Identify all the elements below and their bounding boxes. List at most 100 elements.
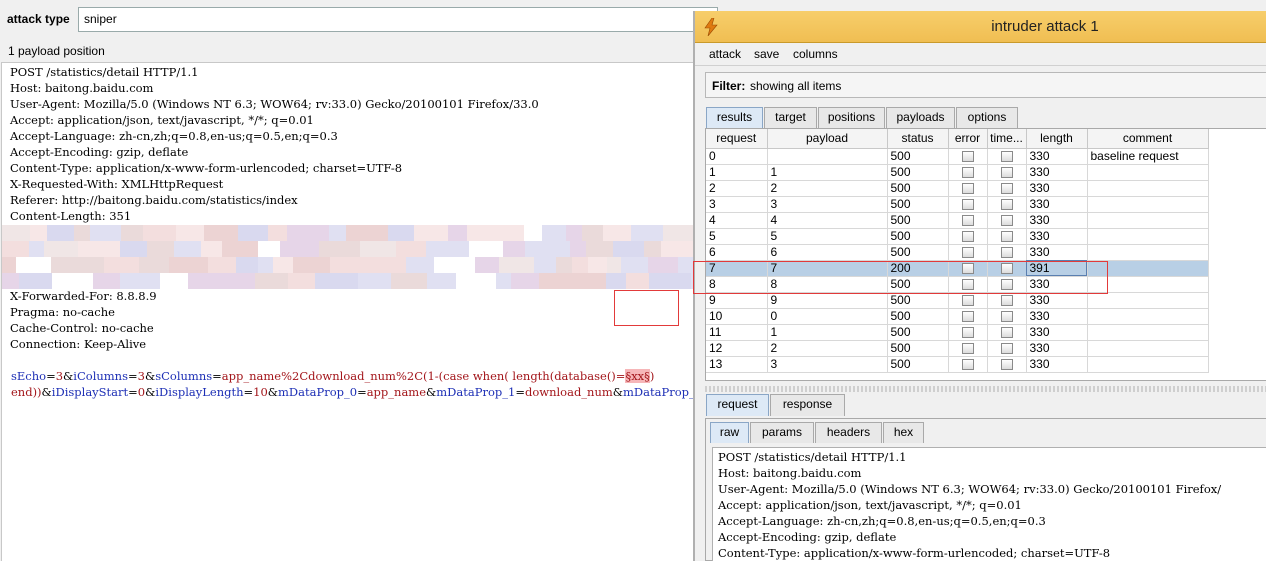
param-name: iDisplayLength — [155, 385, 244, 399]
title-bar[interactable]: intruder attack 1 — [695, 11, 1266, 43]
cell-timeout — [987, 212, 1027, 229]
cell-comment — [1087, 292, 1209, 309]
tab-request[interactable]: request — [706, 394, 769, 416]
menu-save[interactable]: save — [754, 47, 779, 61]
cell-status: 500 — [887, 244, 949, 261]
tab-options[interactable]: options — [956, 107, 1018, 128]
checkbox — [961, 294, 974, 306]
table-header: request payload status error time... len… — [706, 129, 1209, 149]
filter-label: Filter: — [712, 79, 746, 93]
param-value: app_name — [366, 385, 427, 399]
cell-length: 330 — [1026, 164, 1088, 181]
request-line: Cache-Control: no-cache — [10, 321, 154, 335]
param-value: download_num — [524, 385, 613, 399]
menu-columns[interactable]: columns — [793, 47, 838, 61]
tab-params[interactable]: params — [750, 422, 814, 443]
tab-raw[interactable]: raw — [710, 422, 749, 443]
message-panel: raw params headers hex POST /statistics/… — [705, 418, 1266, 561]
payload-marker[interactable]: §xx§ — [625, 369, 650, 383]
table-row[interactable]: 4 4 500 330 — [706, 212, 1209, 229]
cell-comment — [1087, 180, 1209, 197]
column-header-error[interactable]: error — [948, 129, 988, 149]
table-row[interactable]: 0 500 330 baseline request — [706, 148, 1209, 165]
cell-request: 13 — [706, 356, 768, 373]
table-row[interactable]: 12 2 500 330 — [706, 340, 1209, 357]
table-row[interactable]: 6 6 500 330 — [706, 244, 1209, 261]
checkbox — [961, 166, 974, 178]
cell-error — [948, 196, 988, 213]
table-row[interactable]: 5 5 500 330 — [706, 228, 1209, 245]
cell-length: 330 — [1026, 212, 1088, 229]
column-header-comment[interactable]: comment — [1087, 129, 1209, 149]
request-template-editor[interactable]: POST /statistics/detail HTTP/1.1 Host: b… — [1, 62, 700, 561]
tab-payloads[interactable]: payloads — [886, 107, 955, 128]
cell-request: 2 — [706, 180, 768, 197]
cell-length: 330 — [1026, 180, 1088, 197]
tab-target[interactable]: target — [764, 107, 817, 128]
column-header-request[interactable]: request — [706, 129, 768, 149]
cell-request: 3 — [706, 196, 768, 213]
cell-error — [948, 228, 988, 245]
cell-request: 0 — [706, 148, 768, 165]
cell-error — [948, 244, 988, 261]
param-value: app_name%2Cdownload_num%2C(1-(case when(… — [221, 369, 626, 383]
raw-request-viewer[interactable]: POST /statistics/detail HTTP/1.1 Host: b… — [712, 447, 1266, 561]
cell-timeout — [987, 180, 1027, 197]
table-row[interactable]: 9 9 500 330 — [706, 292, 1209, 309]
marker-annotation-box — [614, 290, 679, 326]
equals-sign: = — [46, 369, 56, 383]
filter-bar[interactable]: Filter: showing all items — [705, 72, 1266, 98]
tab-positions[interactable]: positions — [818, 107, 885, 128]
raw-line: Accept-Encoding: gzip, deflate — [718, 530, 897, 544]
raw-line: POST /statistics/detail HTTP/1.1 — [718, 450, 907, 464]
body-line-2: end))&iDisplayStart=0&iDisplayLength=10&… — [11, 384, 700, 400]
cell-timeout — [987, 324, 1027, 341]
cell-payload: 3 — [767, 196, 888, 213]
tab-hex[interactable]: hex — [883, 422, 924, 443]
column-header-payload[interactable]: payload — [767, 129, 888, 149]
table-row[interactable]: 3 3 500 330 — [706, 196, 1209, 213]
cell-timeout — [987, 196, 1027, 213]
ampersand: & — [144, 369, 156, 383]
checkbox — [961, 214, 974, 226]
cell-length: 330 — [1026, 308, 1088, 325]
cell-error — [948, 356, 988, 373]
tab-headers[interactable]: headers — [815, 422, 882, 443]
request-line: Referer: http://baitong.baidu.com/statis… — [10, 193, 298, 207]
table-row[interactable]: 1 1 500 330 — [706, 164, 1209, 181]
ampersand: & — [612, 385, 624, 399]
cell-length: 330 — [1026, 228, 1088, 245]
equals-sign: = — [128, 369, 138, 383]
column-header-status[interactable]: status — [887, 129, 949, 149]
ampersand: & — [267, 385, 279, 399]
positions-pane: attack type sniper 1 payload position PO… — [0, 0, 718, 561]
cell-status: 500 — [887, 356, 949, 373]
table-row[interactable]: 13 3 500 330 — [706, 356, 1209, 373]
tab-response[interactable]: response — [770, 394, 845, 416]
cell-status: 500 — [887, 308, 949, 325]
param-name: mDataProp_1 — [436, 385, 516, 399]
param-value: ) — [649, 369, 655, 383]
table-row[interactable]: 10 0 500 330 — [706, 308, 1209, 325]
ampersand: & — [41, 385, 52, 399]
cell-payload: 0 — [767, 308, 888, 325]
menu-attack[interactable]: attack — [709, 47, 741, 61]
cell-error — [948, 180, 988, 197]
request-line: Accept: application/json, text/javascrip… — [10, 113, 314, 127]
table-row[interactable]: 11 1 500 330 — [706, 324, 1209, 341]
cell-status: 500 — [887, 164, 949, 181]
column-header-length[interactable]: length — [1026, 129, 1088, 149]
pane-splitter[interactable] — [705, 386, 1266, 392]
cell-status: 500 — [887, 292, 949, 309]
tab-results[interactable]: results — [706, 107, 763, 128]
raw-line: Accept: application/json, text/javascrip… — [718, 498, 1022, 512]
column-header-timeout[interactable]: time... — [987, 129, 1027, 149]
checkbox — [1000, 294, 1013, 306]
table-row[interactable]: 2 2 500 330 — [706, 180, 1209, 197]
param-name: sEcho — [11, 369, 47, 383]
cell-error — [948, 308, 988, 325]
checkbox — [961, 182, 974, 194]
attack-type-select[interactable]: sniper — [78, 7, 718, 32]
checkbox — [961, 150, 974, 162]
highlighted-result-annotation — [693, 261, 1108, 294]
